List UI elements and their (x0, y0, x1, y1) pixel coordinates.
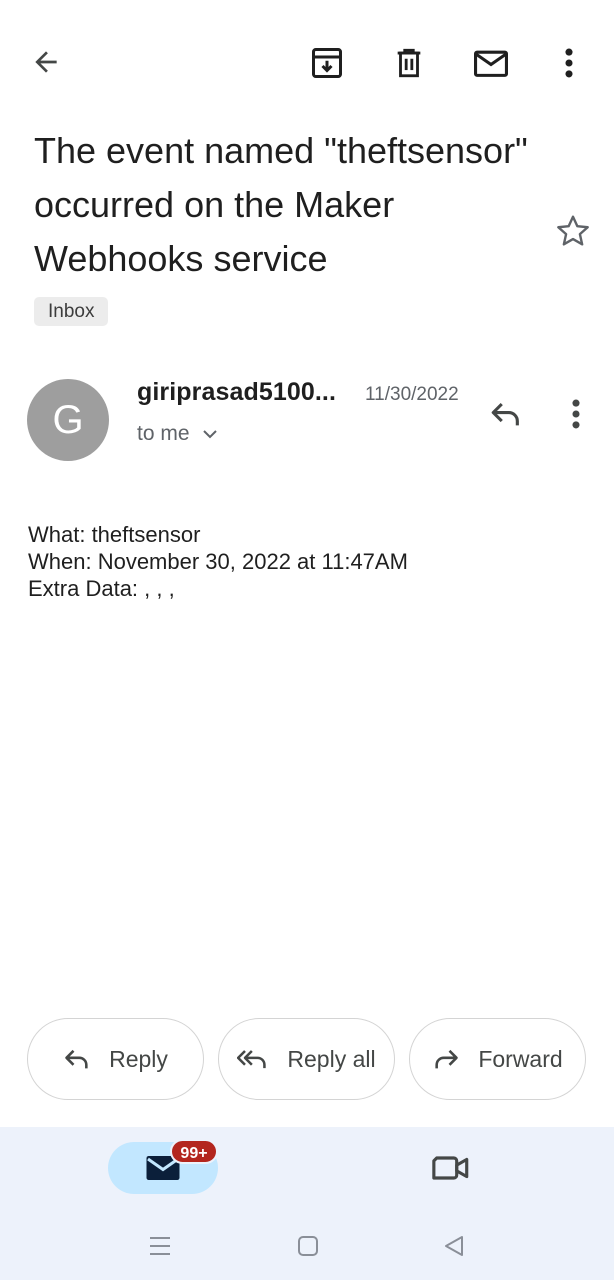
chevron-down-icon (202, 430, 217, 439)
sender-name: giriprasad5100... (137, 378, 337, 406)
sender-avatar[interactable]: G (27, 379, 109, 461)
forward-button[interactable]: Forward (409, 1018, 586, 1100)
more-vert-icon (565, 48, 573, 78)
arrow-back-icon (35, 51, 57, 73)
star-outline-icon (557, 215, 589, 246)
reply-all-icon (237, 1050, 267, 1069)
forward-label: Forward (478, 1045, 563, 1072)
message-body: What: theftsensor When: November 30, 202… (28, 521, 408, 602)
reply-button[interactable]: Reply (27, 1018, 204, 1100)
email-subject: The event named "theftsensor" occurred o… (34, 130, 528, 279)
system-back-button[interactable] (434, 1228, 474, 1264)
meet-tab[interactable] (425, 1146, 477, 1190)
system-home-button[interactable] (288, 1228, 328, 1264)
archive-icon (312, 48, 342, 78)
mail-icon (474, 50, 508, 77)
system-recents-button[interactable] (140, 1228, 180, 1264)
more-vert-icon (572, 399, 580, 429)
body-line: What: theftsensor (28, 522, 201, 547)
body-line: Extra Data: , , , (28, 576, 175, 601)
inbox-label-chip[interactable]: Inbox (34, 297, 109, 326)
reply-label: Reply (109, 1045, 168, 1072)
recipients-text: to me (137, 422, 190, 445)
forward-icon (435, 1049, 459, 1069)
reply-icon (491, 402, 519, 426)
message-more-button[interactable] (560, 392, 592, 436)
menu-lines-icon (150, 1237, 170, 1255)
square-home-icon (298, 1236, 318, 1256)
star-button[interactable] (552, 210, 594, 252)
archive-button[interactable] (304, 40, 350, 86)
trash-icon (397, 48, 421, 78)
mark-unread-button[interactable] (467, 40, 515, 86)
recipients-toggle[interactable]: to me (137, 420, 218, 448)
delete-button[interactable] (386, 40, 432, 86)
quick-reply-button[interactable] (484, 392, 528, 436)
reply-icon (65, 1049, 88, 1069)
unread-count-badge: 99+ (170, 1139, 218, 1164)
reply-all-button[interactable]: Reply all (218, 1018, 395, 1100)
more-options-button[interactable] (552, 40, 586, 86)
back-button[interactable] (22, 40, 70, 84)
body-line: When: November 30, 2022 at 11:47AM (28, 549, 408, 574)
reply-all-label: Reply all (287, 1045, 376, 1072)
triangle-back-icon (445, 1236, 463, 1256)
message-date: 11/30/2022 (365, 384, 459, 405)
video-camera-icon (432, 1156, 469, 1180)
